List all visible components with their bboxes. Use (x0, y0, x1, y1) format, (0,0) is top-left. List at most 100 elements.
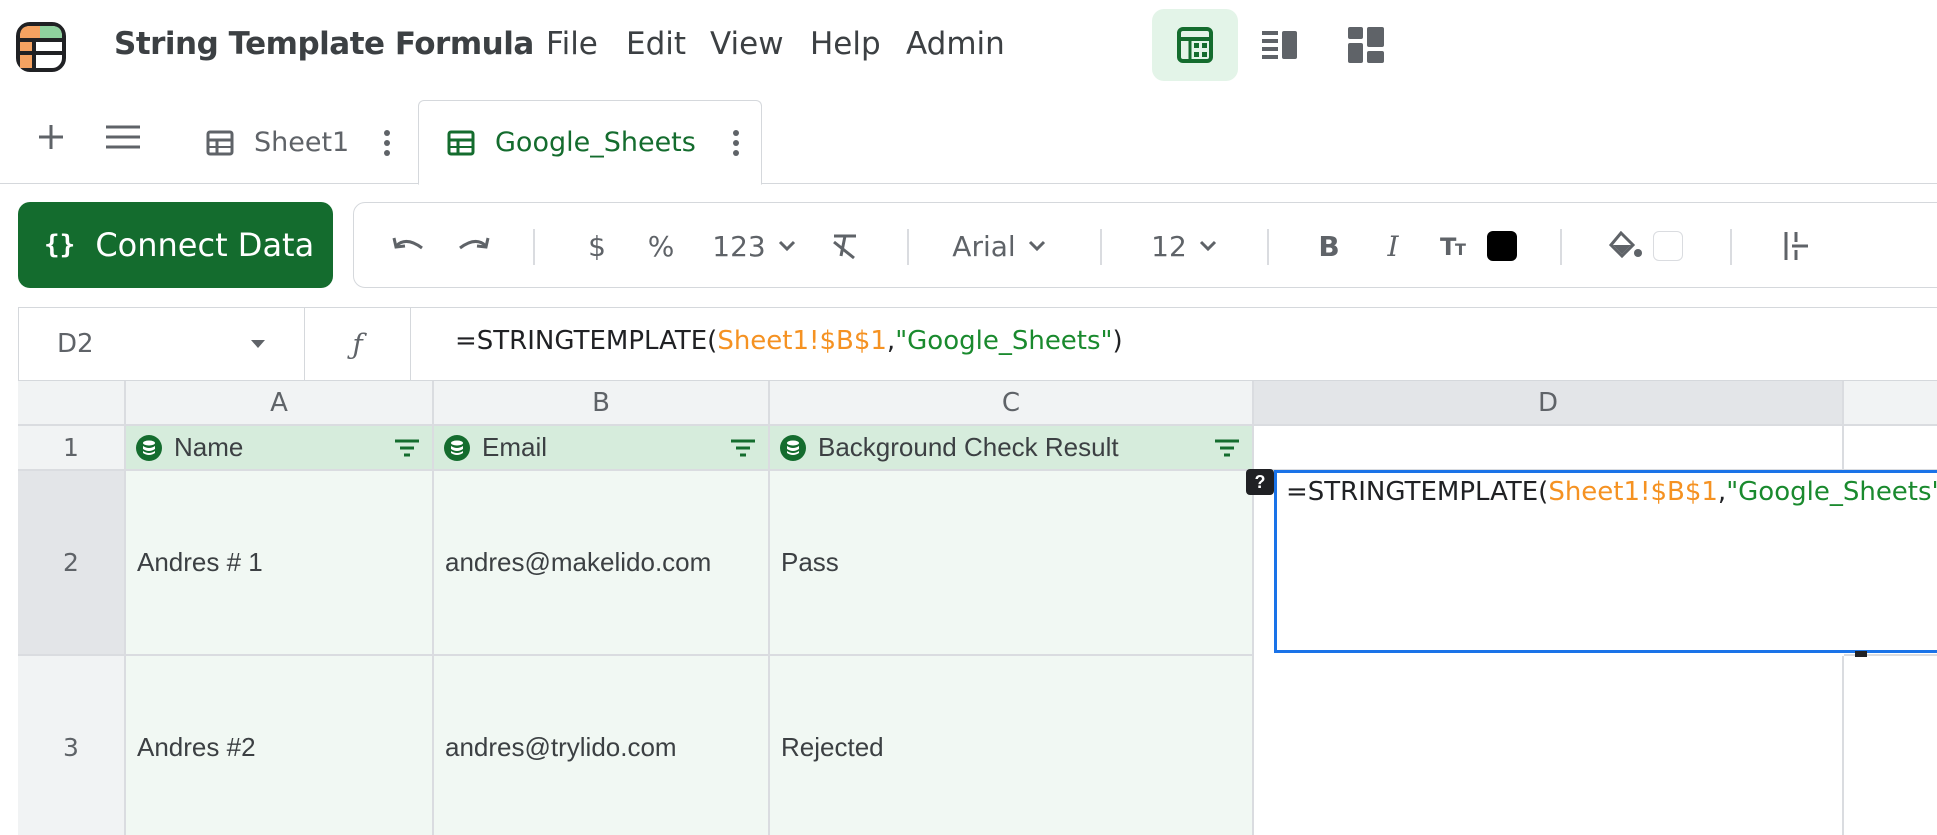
field-header-background-check[interactable]: Background Check Result (770, 426, 1254, 471)
cell-a3[interactable]: Andres #2 (126, 656, 434, 835)
menu-file[interactable]: File (546, 26, 598, 62)
cell-a2[interactable]: Andres # 1 (126, 471, 434, 656)
menu-help[interactable]: Help (810, 26, 881, 62)
undo-icon (392, 237, 423, 250)
currency-format-button[interactable]: $ (572, 203, 622, 289)
tab-more-icon[interactable] (383, 129, 391, 156)
formula-prefix: =STRINGTEMPLATE( (1286, 477, 1549, 507)
number-format-dropdown[interactable]: 123 (704, 203, 804, 289)
italic-icon: I (1387, 229, 1399, 263)
dashboard-view-button[interactable] (1323, 9, 1409, 81)
font-family-label: Arial (952, 229, 1016, 263)
form-view-icon (1262, 31, 1297, 59)
chevron-down-icon (1199, 240, 1216, 252)
column-header-a[interactable]: A (126, 381, 434, 426)
bold-button[interactable]: B (1307, 203, 1351, 289)
select-all-corner[interactable] (18, 381, 126, 426)
formula-help-button[interactable]: ? (1246, 469, 1274, 495)
fill-color-swatch (1653, 231, 1683, 261)
font-size-dropdown[interactable]: 12 (1144, 203, 1224, 289)
column-header-e[interactable] (1844, 381, 1937, 426)
redo-button[interactable] (448, 203, 498, 289)
cell-d1[interactable] (1254, 426, 1844, 471)
font-size-label: 12 (1151, 229, 1187, 263)
text-size-icon: T T (1440, 233, 1466, 259)
tab-google-sheets[interactable]: Google_Sheets (418, 100, 762, 185)
database-field-icon (136, 434, 162, 461)
function-button[interactable]: ƒ (305, 308, 411, 380)
text-size-button[interactable]: T T (1433, 203, 1477, 289)
cell-c3[interactable]: Rejected (770, 656, 1254, 835)
column-width-button[interactable] (1774, 203, 1818, 289)
filter-icon[interactable] (394, 438, 420, 458)
field-header-label: Email (482, 432, 548, 462)
tab-sheet1[interactable]: Sheet1 (200, 100, 410, 185)
text-color-button[interactable] (1480, 203, 1524, 289)
spreadsheet-view-button[interactable] (1152, 9, 1238, 81)
cell-b3[interactable]: andres@trylido.com (434, 656, 770, 835)
row-header-1[interactable]: 1 (18, 426, 126, 471)
tab-more-icon[interactable] (732, 129, 740, 156)
column-header-b[interactable]: B (434, 381, 770, 426)
field-header-label: Name (174, 432, 244, 462)
cell-d2-editor[interactable]: =STRINGTEMPLATE(Sheet1!$B$1,"Google_Shee… (1274, 470, 1937, 653)
fill-color-button[interactable] (1604, 203, 1648, 289)
cell-e1[interactable] (1844, 426, 1937, 471)
cell-e3[interactable] (1844, 656, 1937, 835)
number-format-label: 123 (712, 229, 766, 263)
menu-admin[interactable]: Admin (906, 26, 1005, 62)
formula-range-ref: Sheet1!$B$1 (1548, 477, 1718, 507)
fill-color-swatch-button[interactable] (1646, 203, 1690, 289)
chevron-down-icon (1028, 240, 1045, 252)
connect-data-label: Connect Data (95, 226, 315, 264)
row-header-3[interactable]: 3 (18, 656, 126, 835)
formula-string-arg: "Google_Sheets" (895, 326, 1113, 356)
svg-text:T: T (1455, 240, 1466, 259)
document-title[interactable]: String Template Formula (114, 26, 534, 62)
column-resize-icon (1784, 232, 1808, 260)
form-view-button[interactable] (1237, 9, 1323, 81)
fill-handle[interactable] (1855, 651, 1867, 657)
app-logo-icon[interactable] (16, 22, 66, 72)
filter-icon[interactable] (1214, 438, 1240, 458)
redo-icon (459, 237, 490, 250)
name-box[interactable]: D2 (19, 308, 305, 380)
cell-b2[interactable]: andres@makelido.com (434, 471, 770, 656)
sheet-list-menu-icon[interactable] (106, 125, 140, 149)
filter-icon[interactable] (730, 438, 756, 458)
tab-label: Sheet1 (254, 127, 350, 158)
function-icon: ƒ (352, 327, 363, 361)
formula-separator: , (1717, 477, 1727, 507)
percent-format-button[interactable]: % (636, 203, 686, 289)
menu-view[interactable]: View (710, 26, 784, 62)
formula-range-ref: Sheet1!$B$1 (717, 326, 887, 356)
grid-table-icon (447, 130, 475, 155)
dashboard-view-icon (1348, 27, 1384, 63)
formula-input[interactable]: =STRINGTEMPLATE(Sheet1!$B$1,"Google_Shee… (455, 326, 1123, 356)
field-header-email[interactable]: Email (434, 426, 770, 471)
formatting-toolbar: $ % 123 Arial 12 B I T T (353, 202, 1937, 288)
italic-button[interactable]: I (1371, 203, 1415, 289)
font-family-dropdown[interactable]: Arial (944, 203, 1054, 289)
clear-format-button[interactable] (820, 203, 870, 289)
connect-data-button[interactable]: {} Connect Data (18, 202, 333, 288)
paint-bucket-icon (1609, 231, 1642, 259)
row-header-2[interactable]: 2 (18, 471, 126, 656)
menu-edit[interactable]: Edit (626, 26, 686, 62)
column-header-d[interactable]: D (1254, 381, 1844, 426)
formula-bar: D2 ƒ =STRINGTEMPLATE(Sheet1!$B$1,"Google… (18, 307, 1937, 381)
cell-reference: D2 (57, 329, 94, 359)
caret-down-icon (251, 340, 265, 348)
formula-string-arg: "Google_Sheets" (1726, 477, 1937, 507)
add-sheet-icon[interactable] (36, 122, 66, 152)
field-header-name[interactable]: Name (126, 426, 434, 471)
braces-icon: {} (44, 230, 76, 260)
formula-prefix: =STRINGTEMPLATE( (455, 326, 718, 356)
cell-c2[interactable]: Pass (770, 471, 1254, 656)
undo-button[interactable] (384, 203, 434, 289)
grid-table-icon (206, 130, 234, 155)
cell-d3[interactable] (1254, 656, 1844, 835)
field-header-label: Background Check Result (818, 432, 1119, 462)
column-header-c[interactable]: C (770, 381, 1254, 426)
bold-icon: B (1318, 229, 1340, 263)
